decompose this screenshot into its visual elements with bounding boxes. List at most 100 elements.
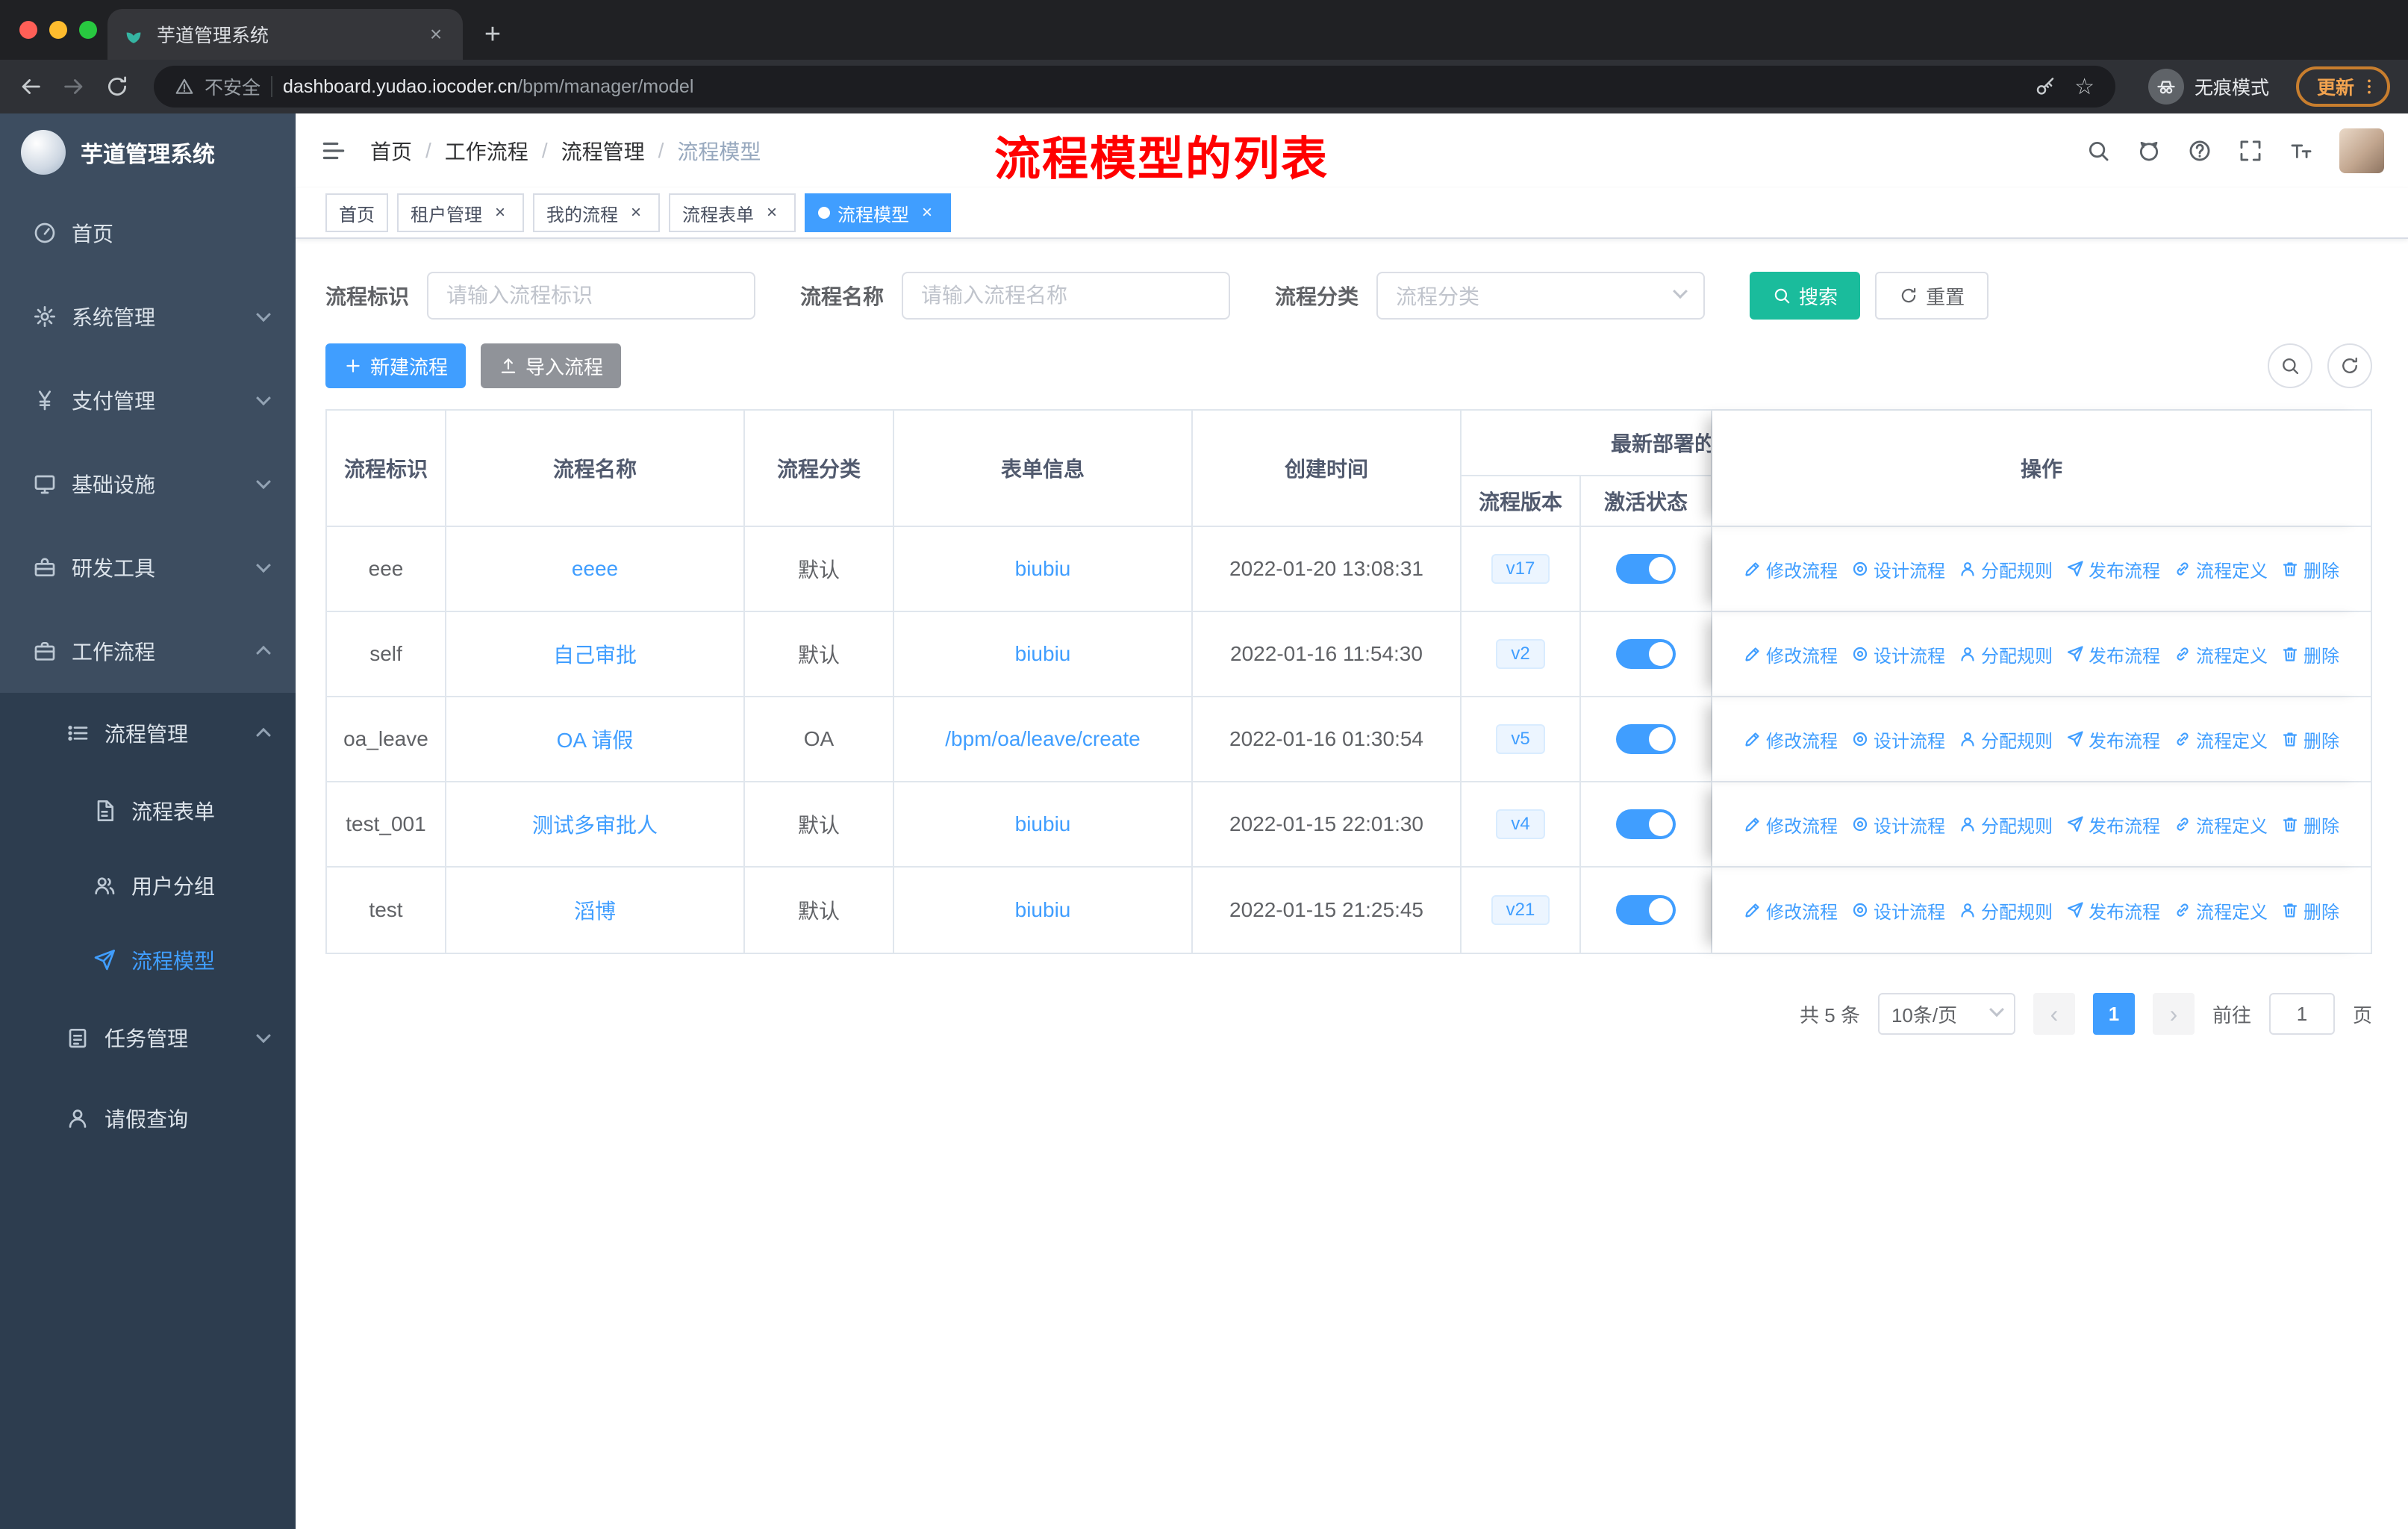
- active-toggle[interactable]: [1616, 724, 1676, 754]
- publish-flow-action[interactable]: 发布流程: [2066, 726, 2160, 753]
- form-info-link[interactable]: biubiu: [1015, 557, 1071, 581]
- modify-flow-action[interactable]: 修改流程: [1744, 812, 1838, 838]
- back-button[interactable]: [18, 74, 43, 99]
- next-page-button[interactable]: ›: [2152, 993, 2195, 1035]
- tag-home[interactable]: 首页: [325, 193, 388, 232]
- delete-action[interactable]: 删除: [2281, 641, 2339, 667]
- close-window-button[interactable]: [19, 21, 37, 39]
- address-bar[interactable]: 不安全 dashboard.yudao.iocoder.cn/bpm/manag…: [154, 66, 2115, 108]
- form-info-link[interactable]: biubiu: [1015, 812, 1071, 836]
- minimize-window-button[interactable]: [49, 21, 67, 39]
- tag-tenant-mgmt[interactable]: 租户管理 ×: [397, 193, 524, 232]
- form-info-link[interactable]: biubiu: [1015, 642, 1071, 666]
- assign-rule-action[interactable]: 分配规则: [1959, 641, 2053, 667]
- close-icon[interactable]: ×: [761, 202, 782, 223]
- form-info-link[interactable]: biubiu: [1015, 898, 1071, 922]
- delete-action[interactable]: 删除: [2281, 556, 2339, 582]
- sidebar-item-infrastructure[interactable]: 基础设施: [0, 442, 296, 526]
- toggle-search-button[interactable]: [2268, 343, 2312, 388]
- sidebar-item-task-mgmt[interactable]: 任务管理: [0, 997, 296, 1078]
- tag-my-flows[interactable]: 我的流程 ×: [533, 193, 660, 232]
- flow-definition-action[interactable]: 流程定义: [2174, 726, 2268, 753]
- breadcrumb-home[interactable]: 首页: [370, 136, 412, 166]
- publish-flow-action[interactable]: 发布流程: [2066, 641, 2160, 667]
- model-name-link[interactable]: 自己审批: [553, 639, 637, 669]
- form-info-link[interactable]: /bpm/oa/leave/create: [945, 727, 1141, 751]
- password-key-icon[interactable]: [2034, 75, 2056, 98]
- collapse-sidebar-icon[interactable]: [319, 137, 348, 165]
- publish-flow-action[interactable]: 发布流程: [2066, 556, 2160, 582]
- sidebar-item-workflow[interactable]: 工作流程: [0, 609, 296, 693]
- modify-flow-action[interactable]: 修改流程: [1744, 726, 1838, 753]
- sidebar-item-system[interactable]: 系统管理: [0, 275, 296, 358]
- reload-button[interactable]: [105, 74, 130, 99]
- flow-definition-action[interactable]: 流程定义: [2174, 812, 2268, 838]
- sidebar-item-user-group[interactable]: 用户分组: [0, 848, 296, 923]
- breadcrumb-process-mgmt[interactable]: 流程管理: [561, 136, 645, 166]
- flow-definition-action[interactable]: 流程定义: [2174, 897, 2268, 924]
- zoom-window-button[interactable]: [79, 21, 97, 39]
- active-toggle[interactable]: [1616, 554, 1676, 584]
- design-flow-action[interactable]: 设计流程: [1851, 641, 1945, 667]
- sidebar-item-devtools[interactable]: 研发工具: [0, 526, 296, 609]
- model-name-link[interactable]: 测试多审批人: [532, 809, 658, 839]
- browser-update-button[interactable]: 更新: [2295, 66, 2390, 107]
- flow-definition-action[interactable]: 流程定义: [2174, 556, 2268, 582]
- active-toggle[interactable]: [1616, 895, 1676, 925]
- close-icon[interactable]: ×: [490, 202, 511, 223]
- tag-process-form[interactable]: 流程表单 ×: [669, 193, 796, 232]
- help-icon[interactable]: [2187, 138, 2212, 164]
- delete-action[interactable]: 删除: [2281, 726, 2339, 753]
- refresh-table-button[interactable]: [2327, 343, 2372, 388]
- sidebar-item-process-mgmt[interactable]: 流程管理: [0, 693, 296, 773]
- flow-id-input[interactable]: [427, 272, 756, 320]
- close-tab-icon[interactable]: ×: [424, 22, 448, 46]
- browser-tab[interactable]: 芋道管理系统 ×: [107, 9, 463, 60]
- publish-flow-action[interactable]: 发布流程: [2066, 812, 2160, 838]
- model-name-link[interactable]: OA 请假: [557, 724, 634, 754]
- delete-action[interactable]: 删除: [2281, 897, 2339, 924]
- flow-definition-action[interactable]: 流程定义: [2174, 641, 2268, 667]
- model-name-link[interactable]: eeee: [572, 557, 618, 581]
- prev-page-button[interactable]: ‹: [2033, 993, 2075, 1035]
- assign-rule-action[interactable]: 分配规则: [1959, 812, 2053, 838]
- active-toggle[interactable]: [1616, 809, 1676, 839]
- search-icon[interactable]: [2086, 138, 2111, 164]
- create-flow-button[interactable]: 新建流程: [325, 343, 467, 388]
- sidebar-item-process-form[interactable]: 流程表单: [0, 773, 296, 848]
- modify-flow-action[interactable]: 修改流程: [1744, 641, 1838, 667]
- sidebar-item-dashboard[interactable]: 首页: [0, 191, 296, 275]
- github-icon[interactable]: [2136, 138, 2162, 164]
- design-flow-action[interactable]: 设计流程: [1851, 556, 1945, 582]
- close-icon[interactable]: ×: [917, 202, 938, 223]
- search-button[interactable]: 搜索: [1750, 272, 1861, 320]
- reset-button[interactable]: 重置: [1875, 272, 1989, 320]
- page-1-button[interactable]: 1: [2092, 993, 2135, 1035]
- assign-rule-action[interactable]: 分配规则: [1959, 897, 2053, 924]
- tag-process-model[interactable]: 流程模型 ×: [805, 193, 951, 232]
- design-flow-action[interactable]: 设计流程: [1851, 812, 1945, 838]
- font-size-icon[interactable]: [2289, 138, 2314, 164]
- assign-rule-action[interactable]: 分配规则: [1959, 726, 2053, 753]
- delete-action[interactable]: 删除: [2281, 812, 2339, 838]
- sidebar-item-process-model[interactable]: 流程模型: [0, 923, 296, 997]
- model-name-link[interactable]: 滔博: [574, 895, 616, 925]
- import-flow-button[interactable]: 导入流程: [481, 343, 622, 388]
- goto-page-input[interactable]: [2268, 993, 2335, 1035]
- flow-name-input[interactable]: [902, 272, 1231, 320]
- sidebar-item-payment[interactable]: 支付管理: [0, 358, 296, 442]
- active-toggle[interactable]: [1616, 639, 1676, 669]
- design-flow-action[interactable]: 设计流程: [1851, 726, 1945, 753]
- assign-rule-action[interactable]: 分配规则: [1959, 556, 2053, 582]
- modify-flow-action[interactable]: 修改流程: [1744, 556, 1838, 582]
- breadcrumb-workflow[interactable]: 工作流程: [445, 136, 528, 166]
- forward-button[interactable]: [61, 74, 87, 99]
- page-size-select[interactable]: 10条/页: [1877, 993, 2015, 1035]
- design-flow-action[interactable]: 设计流程: [1851, 897, 1945, 924]
- publish-flow-action[interactable]: 发布流程: [2066, 897, 2160, 924]
- fullscreen-icon[interactable]: [2238, 138, 2263, 164]
- user-avatar[interactable]: [2339, 128, 2384, 173]
- close-icon[interactable]: ×: [626, 202, 646, 223]
- flow-category-select[interactable]: 流程分类: [1376, 272, 1706, 320]
- sidebar-item-leave-query[interactable]: 请假查询: [0, 1078, 296, 1159]
